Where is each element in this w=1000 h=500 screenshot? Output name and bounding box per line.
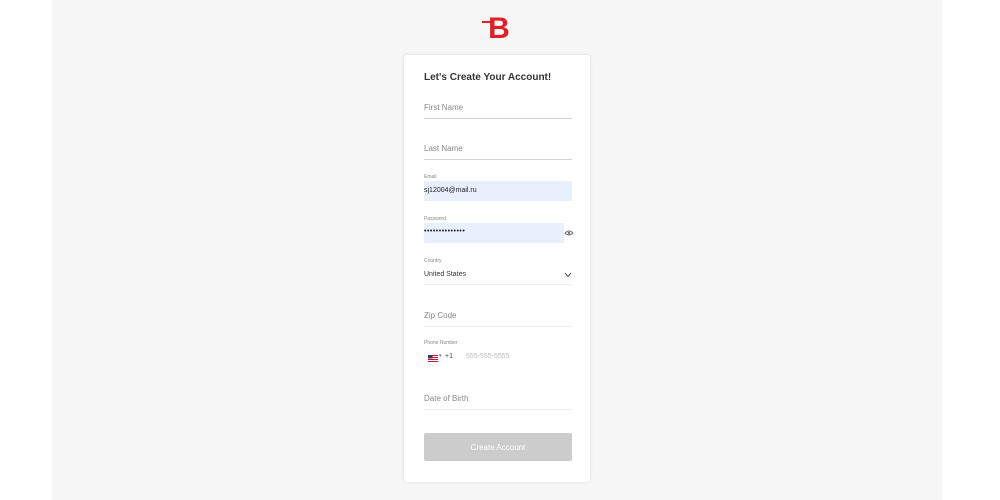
form-title: Let's Create Your Account! — [424, 72, 552, 83]
show-password-icon[interactable] — [564, 229, 574, 237]
password-input[interactable]: •••••••••••••• — [424, 223, 564, 243]
email-input[interactable]: sj12004@mail.ru — [424, 181, 572, 201]
last-name-underline — [424, 159, 572, 160]
us-flag-icon[interactable] — [428, 355, 438, 362]
first-name-placeholder: First Name — [424, 103, 464, 112]
date-of-birth-underline — [424, 409, 572, 410]
email-value: sj12004@mail.ru — [424, 187, 477, 194]
first-name-underline — [424, 118, 572, 119]
zip-code-underline — [424, 326, 572, 327]
date-of-birth-placeholder: Date of Birth — [424, 394, 469, 403]
password-value: •••••••••••••• — [424, 228, 466, 235]
phone-input[interactable]: 555-555-5555 — [466, 353, 510, 360]
phone-label: Phone Number — [424, 340, 458, 346]
phone-field[interactable]: Phone Number ▾ +1 555-555-5555 — [424, 340, 572, 370]
password-label: Password — [424, 216, 446, 222]
email-field[interactable]: Email sj12004@mail.ru — [424, 174, 572, 202]
dial-code: +1 — [445, 353, 453, 360]
country-underline — [424, 284, 572, 285]
date-of-birth-field[interactable]: Date of Birth — [424, 390, 572, 410]
last-name-field[interactable]: Last Name — [424, 140, 572, 160]
password-field[interactable]: Password •••••••••••••• — [424, 216, 574, 244]
email-label: Email — [424, 174, 437, 180]
country-code-dropdown-icon[interactable]: ▾ — [439, 353, 442, 359]
zip-code-placeholder: Zip Code — [424, 311, 457, 320]
first-name-field[interactable]: First Name — [424, 99, 572, 119]
country-select[interactable]: Country United States — [424, 258, 572, 285]
chevron-down-icon[interactable] — [564, 272, 572, 278]
signup-card: Let's Create Your Account! First Name La… — [404, 55, 590, 482]
brand-logo-letter: B — [488, 12, 510, 42]
last-name-placeholder: Last Name — [424, 144, 463, 153]
country-value: United States — [424, 271, 467, 278]
brand-logo: B — [482, 12, 510, 42]
zip-code-field[interactable]: Zip Code — [424, 307, 572, 327]
country-label: Country — [424, 258, 442, 264]
create-account-button[interactable]: Create Account — [424, 433, 572, 461]
